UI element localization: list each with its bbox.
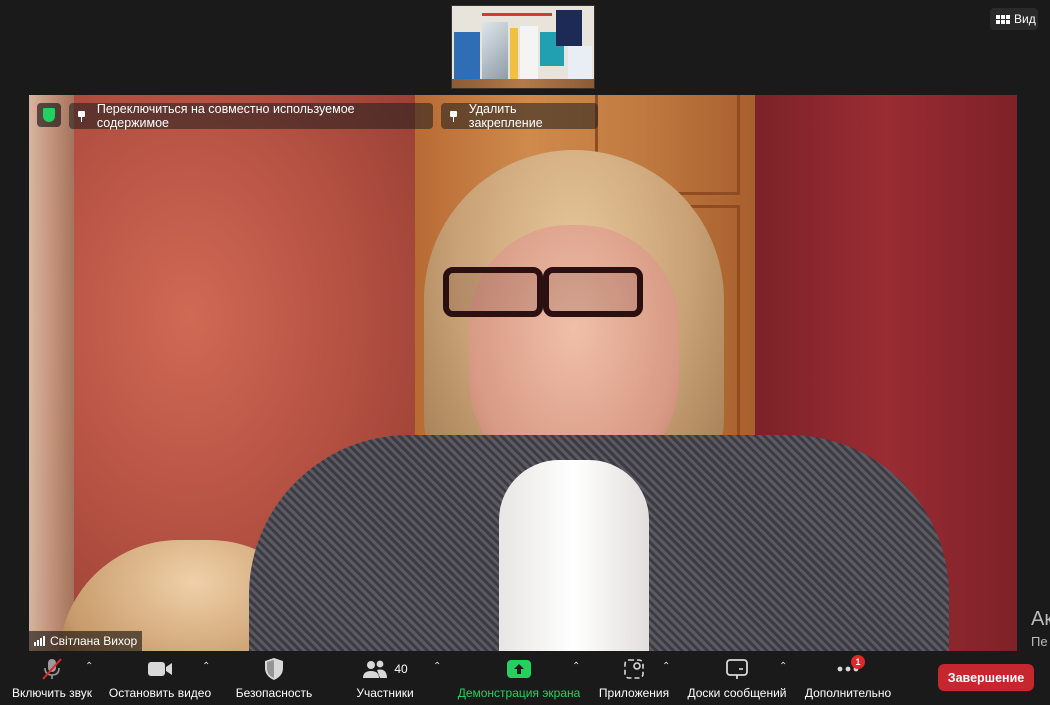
remove-pin-button[interactable]: Удалить закрепление — [441, 102, 598, 130]
participant-name: Світлана Вихор — [50, 634, 138, 648]
security-button[interactable]: Безопасность — [232, 651, 316, 705]
thumbnail-book — [520, 26, 538, 82]
unmute-label: Включить звук — [11, 686, 93, 700]
pin-icon — [78, 111, 85, 122]
video-person-glasses-left — [443, 267, 543, 317]
view-label: Вид — [1014, 12, 1036, 26]
side-overflow-text: Пе — [1031, 634, 1048, 649]
thumbnail-book — [454, 32, 480, 82]
apps-options-chevron-icon[interactable]: ⌃ — [662, 661, 670, 672]
video-curtain — [29, 95, 74, 651]
grid-view-icon — [996, 14, 1010, 24]
encryption-shield-icon[interactable] — [37, 103, 61, 127]
more-label: Дополнительно — [804, 686, 892, 700]
share-options-chevron-icon[interactable]: ⌃ — [572, 661, 580, 672]
shared-content-thumbnail[interactable] — [451, 5, 595, 89]
meeting-toolbar: Включить звук ⌃ Остановить видео ⌃ Безоп… — [0, 651, 1050, 705]
whiteboards-button[interactable]: Доски сообщений — [684, 651, 790, 705]
unmute-button[interactable]: Включить звук — [8, 651, 96, 705]
participants-count: 40 — [394, 662, 408, 676]
thumbnail-book — [556, 10, 582, 46]
apps-button[interactable]: Приложения — [594, 651, 674, 705]
stop-video-button[interactable]: Остановить видео — [106, 651, 214, 705]
remove-pin-label: Удалить закрепление — [468, 102, 543, 130]
video-person-glasses-right — [543, 267, 643, 317]
security-label: Безопасность — [235, 686, 313, 700]
share-screen-label: Демонстрация экрана — [457, 686, 581, 700]
whiteboard-icon — [725, 655, 749, 683]
more-button[interactable]: Дополнительно — [800, 651, 896, 705]
thumbnail-slide-title — [482, 13, 552, 16]
video-camera-icon — [146, 655, 174, 683]
thumbnail-book — [482, 22, 508, 82]
whiteboards-label: Доски сообщений — [687, 686, 787, 700]
participants-icon: 40 — [362, 655, 408, 683]
side-overflow-text: Ак — [1031, 608, 1050, 630]
stop-video-label: Остановить видео — [108, 686, 212, 700]
participant-name-tag: Світлана Вихор — [29, 631, 143, 651]
notification-badge: 1 — [851, 655, 865, 669]
video-options-chevron-icon[interactable]: ⌃ — [202, 661, 210, 672]
signal-strength-icon — [34, 636, 45, 646]
share-screen-button[interactable]: Демонстрация экрана — [454, 651, 584, 705]
participants-label: Участники — [356, 686, 414, 700]
participants-options-chevron-icon[interactable]: ⌃ — [433, 661, 441, 672]
share-screen-icon — [506, 655, 532, 683]
participants-button[interactable]: 40 Участники — [350, 651, 420, 705]
video-person-sweater — [499, 460, 649, 651]
apps-icon — [623, 655, 645, 683]
active-speaker-video[interactable] — [29, 95, 1017, 651]
pin-icon — [450, 111, 457, 122]
audio-options-chevron-icon[interactable]: ⌃ — [85, 661, 93, 672]
apps-label: Приложения — [598, 686, 670, 700]
view-button[interactable]: Вид — [990, 8, 1038, 30]
switch-to-shared-content-button[interactable]: Переключиться на совместно используемое … — [69, 102, 433, 130]
microphone-muted-icon — [39, 655, 65, 683]
security-shield-icon — [263, 655, 285, 683]
whiteboards-options-chevron-icon[interactable]: ⌃ — [779, 661, 787, 672]
thumbnail-book — [510, 28, 518, 82]
switch-to-shared-content-label: Переключиться на совместно используемое … — [96, 102, 355, 130]
thumbnail-floor — [452, 79, 594, 88]
thumbnail-book — [568, 46, 592, 80]
end-meeting-button[interactable]: Завершение — [938, 664, 1034, 691]
